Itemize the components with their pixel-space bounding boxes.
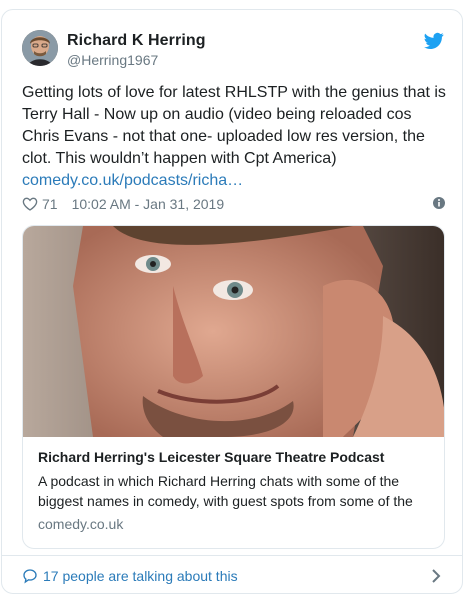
tweet-meta: 71 10:02 AM - Jan 31, 2019 xyxy=(22,194,446,214)
link-card[interactable]: Richard Herring's Leicester Square Theat… xyxy=(22,225,445,549)
info-icon[interactable] xyxy=(432,196,446,210)
avatar[interactable] xyxy=(22,30,58,66)
card-image xyxy=(23,226,444,437)
embedded-tweet: Richard K Herring @Herring1967 Getting l… xyxy=(1,9,463,594)
tweet-footer[interactable]: 17 people are talking about this xyxy=(2,555,462,595)
speech-bubble-icon xyxy=(23,569,37,584)
chevron-right-icon[interactable] xyxy=(430,568,442,584)
author-name[interactable]: Richard K Herring xyxy=(67,32,206,50)
talking-count[interactable]: 17 people are talking about this xyxy=(43,568,238,584)
card-description: A podcast in which Richard Herring chats… xyxy=(38,473,413,509)
tweet-body: Getting lots of love for latest RHLSTP w… xyxy=(22,84,446,167)
avatar-image xyxy=(22,30,58,66)
twitter-bird-icon[interactable] xyxy=(424,32,444,50)
tweet-link[interactable]: comedy.co.uk/podcasts/richa… xyxy=(22,172,243,189)
card-title[interactable]: Richard Herring's Leicester Square Theat… xyxy=(38,448,433,467)
heart-icon[interactable] xyxy=(22,196,38,212)
author-handle[interactable]: @Herring1967 xyxy=(67,52,158,68)
like-count[interactable]: 71 xyxy=(42,196,58,212)
tweet-timestamp[interactable]: 10:02 AM - Jan 31, 2019 xyxy=(72,196,225,212)
card-body: Richard Herring's Leicester Square Theat… xyxy=(38,448,433,532)
tweet-text: Getting lots of love for latest RHLSTP w… xyxy=(22,82,447,192)
card-domain: comedy.co.uk xyxy=(38,516,124,532)
